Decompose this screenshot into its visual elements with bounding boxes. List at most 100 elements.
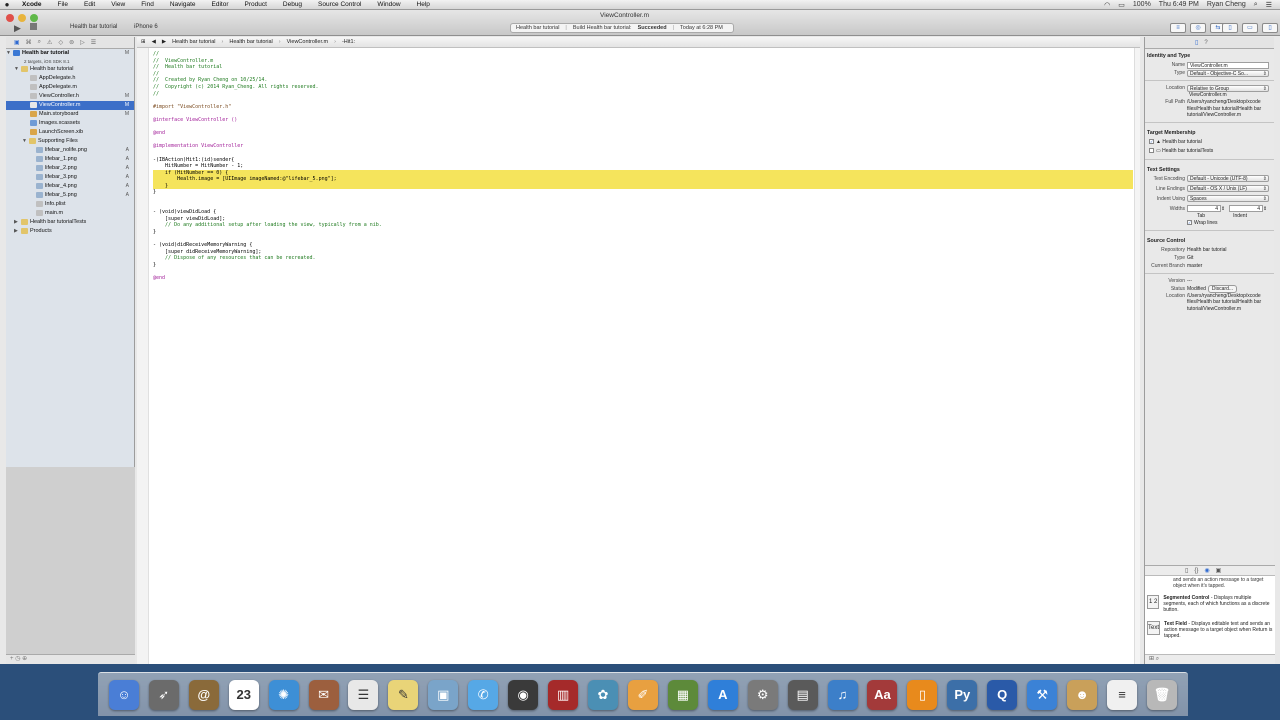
quicktime-icon[interactable]: Q [987, 679, 1018, 710]
ibooks-icon[interactable]: ▯ [907, 679, 938, 710]
wrap-lines-checkbox[interactable]: ✓ [1187, 220, 1192, 225]
nav-file[interactable]: ViewController.h M [6, 92, 134, 101]
menu-app[interactable]: Xcode [14, 1, 50, 8]
nav-file[interactable]: lifebar_nolife.png A [6, 146, 134, 155]
apple-menu-icon[interactable]: ● [0, 0, 14, 9]
membership-item[interactable]: ▭ Health bar tutorialTests [1145, 147, 1274, 156]
clock[interactable]: Thu 6:49 PM [1159, 1, 1199, 8]
code-line[interactable]: - (void)didReceiveMemoryWarning { [153, 242, 1133, 249]
code-line[interactable] [153, 236, 1133, 243]
menu-window[interactable]: Window [369, 1, 408, 8]
line-endings-popup[interactable]: Default - OS X / Unix (LF) [1187, 185, 1269, 192]
menu-find[interactable]: Find [133, 1, 162, 8]
nav-group-supporting[interactable]: ▼ Supporting Files [6, 137, 134, 146]
code-line[interactable]: @end [153, 275, 1133, 282]
object-library-icon[interactable]: ◉ [1204, 567, 1209, 574]
code-line[interactable]: } [153, 189, 1133, 196]
camera-icon[interactable]: ◉ [508, 679, 539, 710]
minimize-window-button[interactable] [18, 14, 26, 22]
dictionary-icon[interactable]: Aa [867, 679, 898, 710]
messages-icon[interactable]: ✆ [468, 679, 499, 710]
membership-item[interactable]: ✓ ▲ Health bar tutorial [1145, 138, 1274, 147]
code-line[interactable]: -(IBAction)Hit1:(id)sender{ [153, 157, 1133, 164]
user-name[interactable]: Ryan Cheng [1207, 1, 1246, 8]
file-inspector-icon[interactable]: ▯ [1195, 39, 1198, 46]
back-arrow-icon[interactable]: ◀ [152, 39, 156, 45]
nav-file[interactable]: AppDelegate.h [6, 74, 134, 83]
code-line[interactable] [153, 203, 1133, 210]
indent-using-popup[interactable]: Spaces [1187, 195, 1269, 202]
safari-icon[interactable]: ✺ [268, 679, 299, 710]
code-line[interactable]: // [153, 71, 1133, 78]
launchpad-icon[interactable]: ➶ [148, 679, 179, 710]
battery-icon[interactable]: ▭ [1118, 1, 1125, 9]
nav-group-tests[interactable]: ▶ Health bar tutorialTests [6, 218, 134, 227]
pages-icon[interactable]: ✐ [627, 679, 658, 710]
zoom-window-button[interactable] [30, 14, 38, 22]
tab-width-stepper[interactable]: ⇕ [1221, 206, 1229, 212]
code-line[interactable]: // Created by Ryan Cheng on 10/25/14. [153, 77, 1133, 84]
disclosure-closed-icon[interactable]: ▶ [14, 218, 21, 227]
jumpbar-crumb[interactable]: ViewController.m [287, 39, 328, 45]
nav-file[interactable]: Info.plist [6, 200, 134, 209]
forward-arrow-icon[interactable]: ▶ [162, 39, 166, 45]
nav-file[interactable]: lifebar_1.png A [6, 155, 134, 164]
calculator-icon[interactable]: ▤ [787, 679, 818, 710]
code-line[interactable]: - (void)viewDidLoad { [153, 209, 1133, 216]
checkbox-checked[interactable]: ✓ [1149, 138, 1154, 144]
code-line[interactable] [153, 196, 1133, 203]
media-library-icon[interactable]: ▣ [1216, 567, 1222, 574]
name-field[interactable]: ViewController.m [1187, 61, 1269, 69]
disclosure-open-icon[interactable]: ▼ [22, 137, 29, 146]
menu-editor[interactable]: Editor [204, 1, 237, 8]
code-line[interactable]: @interface ViewController () [153, 117, 1133, 124]
code-area[interactable]: //// ViewController.m// Health bar tutor… [153, 51, 1133, 282]
line-gutter[interactable] [137, 48, 149, 664]
jumpbar-crumb[interactable]: Health bar tutorial [229, 39, 272, 45]
warning-icon[interactable]: ⚠ [47, 39, 52, 46]
python-icon[interactable]: Py [947, 679, 978, 710]
nav-file[interactable]: lifebar_2.png A [6, 164, 134, 173]
character-icon[interactable]: ☻ [1067, 679, 1098, 710]
code-line[interactable] [153, 137, 1133, 144]
code-line[interactable]: } [153, 229, 1133, 236]
jumpbar-crumb[interactable]: -Hit1: [342, 39, 355, 45]
indent-width-field[interactable]: 4 [1229, 205, 1263, 212]
close-window-button[interactable] [6, 14, 14, 22]
preview-icon[interactable]: ▣ [428, 679, 459, 710]
indent-width-stepper[interactable]: ⇕ [1263, 206, 1267, 212]
search-icon[interactable]: ⌕ [38, 39, 41, 46]
code-line[interactable]: // ViewController.m [153, 58, 1133, 65]
toggle-utilities-icon[interactable]: ▯ [1262, 23, 1278, 33]
jumpbar-crumb[interactable]: Health bar tutorial [172, 39, 215, 45]
library-item[interactable]: 1 2 Segmented Control - Displays multipl… [1145, 591, 1275, 617]
nav-group-main[interactable]: ▼ Health bar tutorial [6, 65, 134, 74]
code-line[interactable] [153, 110, 1133, 117]
code-line[interactable]: @end [153, 130, 1133, 137]
nav-file[interactable]: lifebar_5.png A [6, 191, 134, 200]
location-popup[interactable]: Relative to Group [1187, 84, 1269, 92]
wifi-icon[interactable]: ◠ [1104, 1, 1110, 9]
spotlight-icon[interactable]: ⌕ [1254, 1, 1258, 9]
code-line[interactable] [153, 124, 1133, 131]
symbol-icon[interactable]: ⌘ [26, 39, 32, 46]
calendar-icon[interactable]: 23 [228, 679, 259, 710]
notes-icon[interactable]: ✎ [388, 679, 419, 710]
iphoto-icon[interactable]: ✿ [588, 679, 619, 710]
itunes-icon[interactable]: ♫ [827, 679, 858, 710]
assistant-editor-icon[interactable]: ◎ [1190, 23, 1206, 33]
code-line[interactable]: } [153, 262, 1133, 269]
code-line[interactable]: HitNumber = HitNumber - 1; [153, 163, 1133, 170]
discard-button[interactable]: Discard... [1207, 284, 1238, 293]
standard-editor-icon[interactable]: ≡ [1170, 23, 1186, 33]
system-preferences-icon[interactable]: ⚙ [747, 679, 778, 710]
type-popup[interactable]: Default - Objective-C So... [1187, 69, 1269, 77]
nav-file[interactable]: AppDelegate.m [6, 83, 134, 92]
toggle-navigator-icon[interactable]: ▯ [1222, 23, 1238, 33]
code-line[interactable]: Health.image = [UIImage imageNamed:@"lif… [153, 176, 1133, 183]
navigator-filter-bar[interactable]: + ◷ ⊕ [6, 654, 135, 664]
code-line[interactable]: @implementation ViewController [153, 143, 1133, 150]
code-line[interactable]: } [153, 182, 1133, 190]
quick-help-icon[interactable]: ? [1204, 40, 1207, 46]
menu-edit[interactable]: Edit [76, 1, 103, 8]
